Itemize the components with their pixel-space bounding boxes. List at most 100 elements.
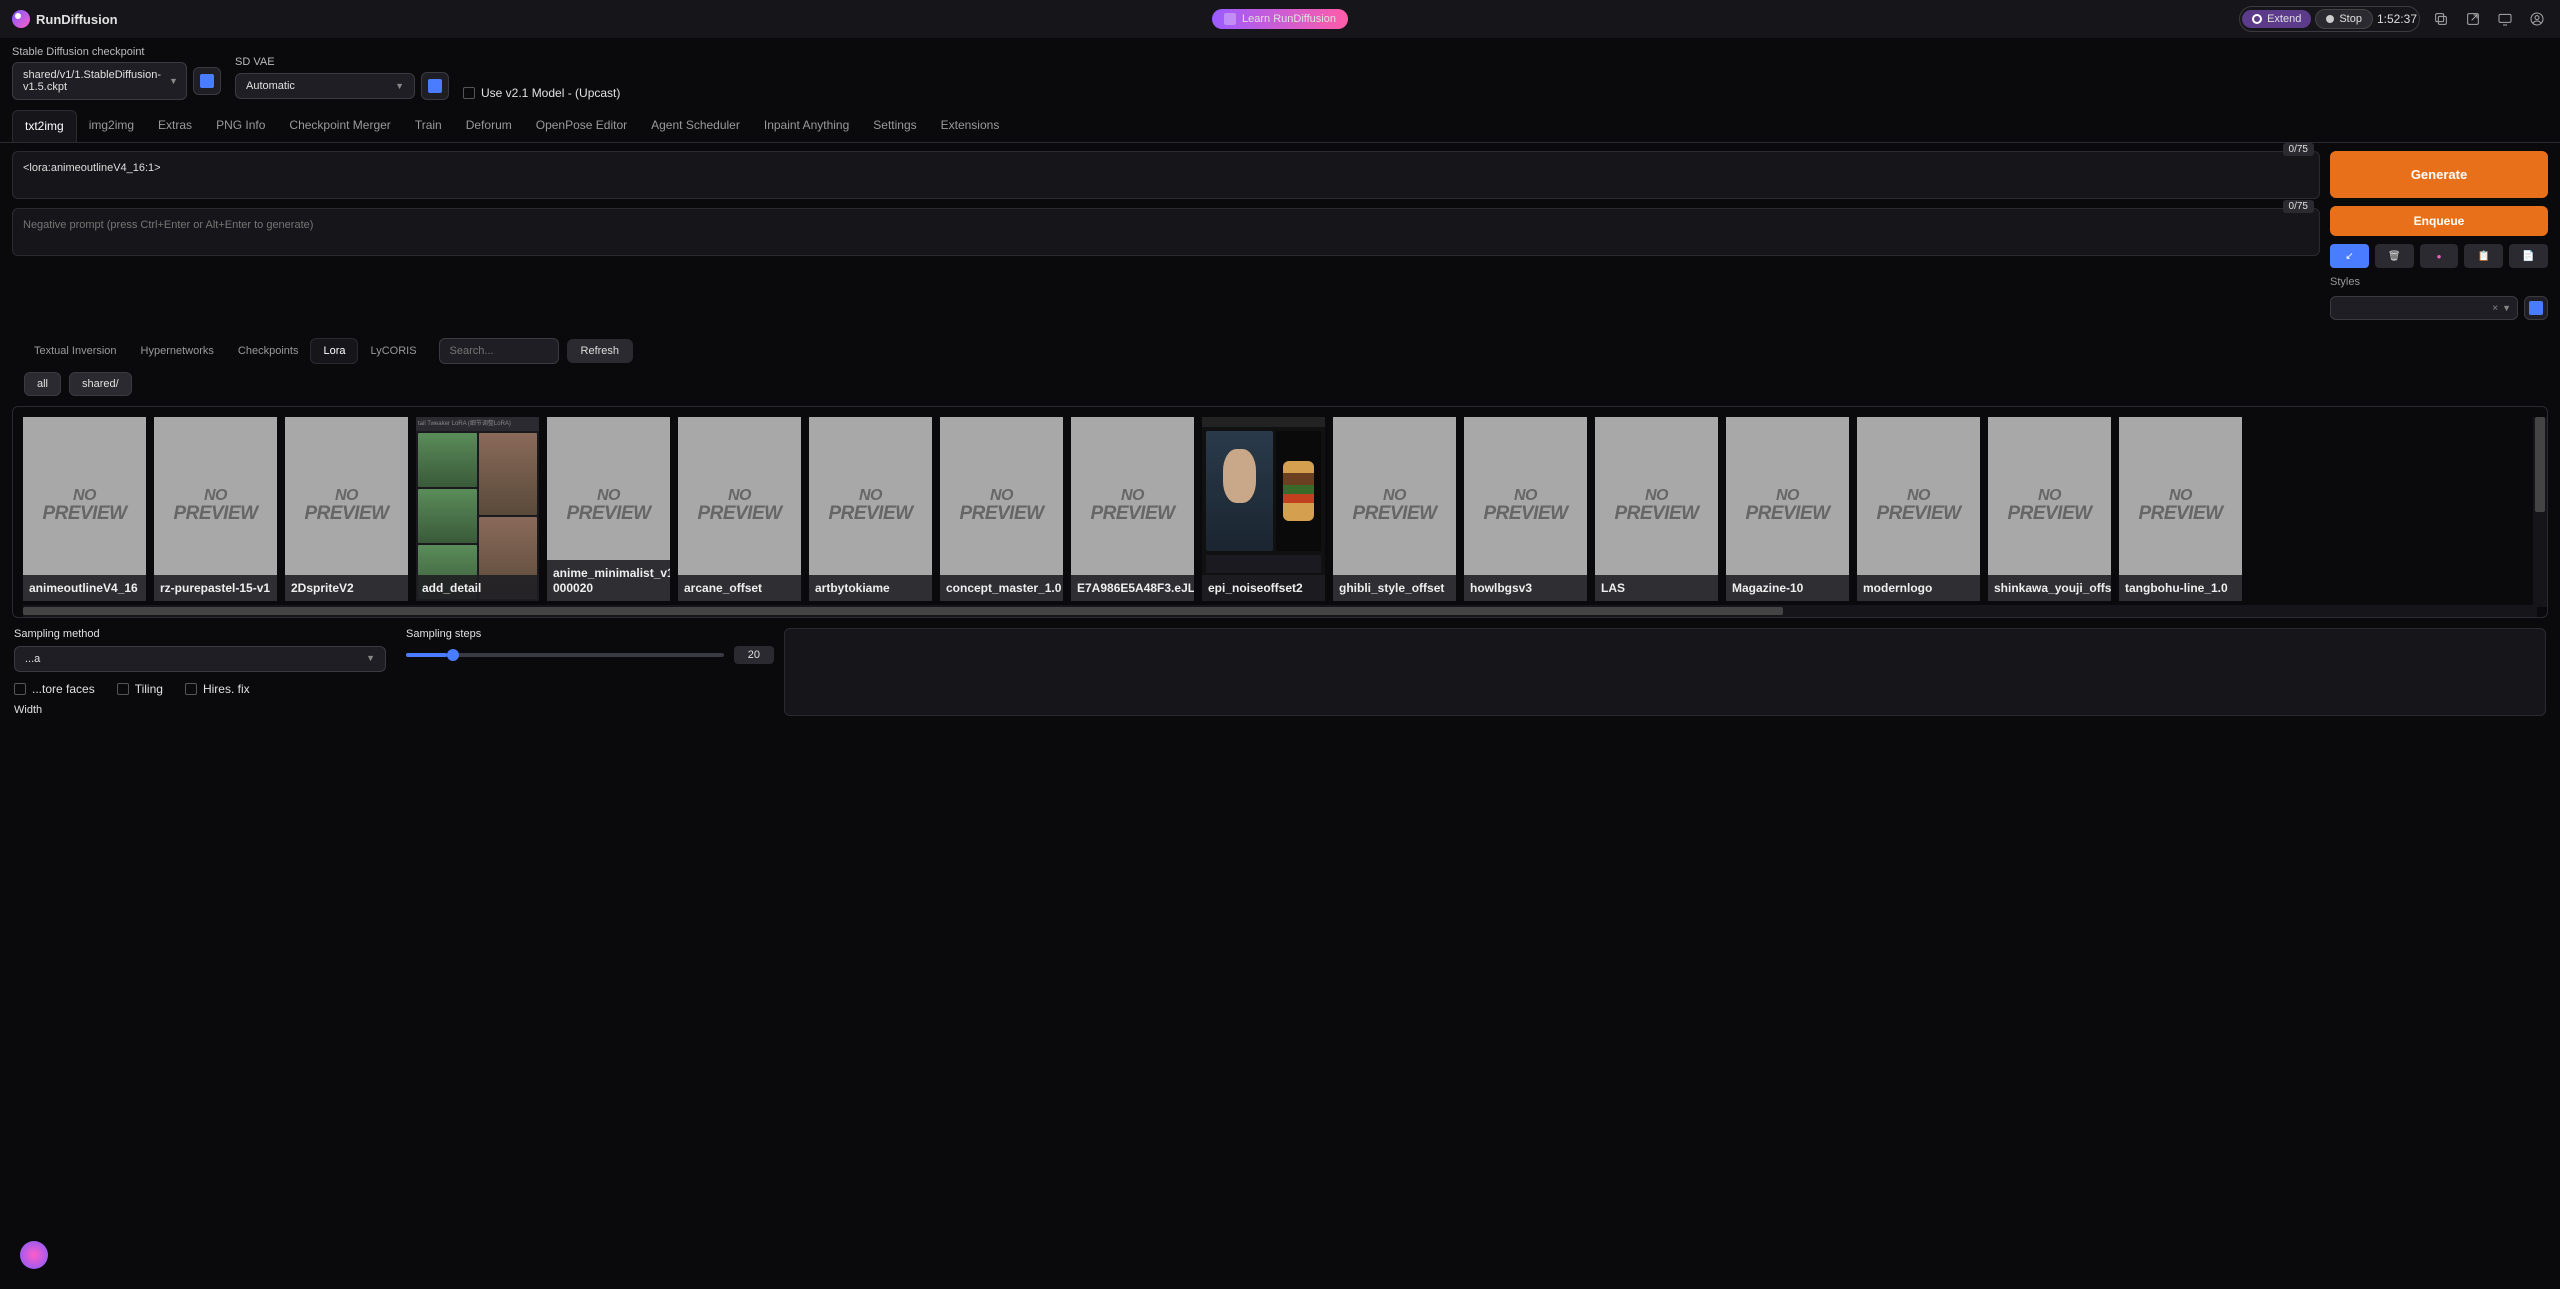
lora-card[interactable]: NOPREVIEWMagazine-10	[1726, 417, 1849, 601]
enqueue-button[interactable]: Enqueue	[2330, 206, 2548, 236]
no-preview-placeholder: NOPREVIEW	[173, 488, 257, 523]
sampling-steps-value[interactable]: 20	[734, 646, 774, 664]
restore-faces-checkbox[interactable]	[14, 683, 26, 695]
trash-button[interactable]: 🗑	[2375, 244, 2414, 268]
output-panel	[784, 628, 2546, 716]
monitor-icon[interactable]	[2494, 8, 2516, 30]
tab-extensions[interactable]: Extensions	[929, 110, 1012, 142]
net-tab-checkpoints[interactable]: Checkpoints	[226, 339, 311, 363]
prompt-input[interactable]	[12, 151, 2320, 199]
network-refresh-button[interactable]: Refresh	[567, 339, 634, 363]
lora-card[interactable]: NOPREVIEW rz-purepastel-15-v1	[154, 417, 277, 601]
network-tabs: Textual InversionHypernetworksCheckpoint…	[0, 328, 2560, 372]
extend-label: Extend	[2267, 13, 2301, 25]
lora-card[interactable]: NOPREVIEWE7A986E5A48F3.eJL0	[1071, 417, 1194, 601]
styles-apply-button[interactable]	[2524, 296, 2548, 320]
filter-shared[interactable]: shared/	[69, 372, 132, 396]
lora-card[interactable]: NOPREVIEW2DspriteV2	[285, 417, 408, 601]
net-tab-lora[interactable]: Lora	[310, 338, 358, 364]
net-tab-textual-inversion[interactable]: Textual Inversion	[22, 339, 129, 363]
tiling-checkbox[interactable]	[117, 683, 129, 695]
lora-card[interactable]: NOPREVIEWshinkawa_youji_offset	[1988, 417, 2111, 601]
v21-checkbox[interactable]	[463, 87, 475, 99]
lora-card[interactable]: NOPREVIEWghibli_style_offset	[1333, 417, 1456, 601]
network-search-input[interactable]	[439, 338, 559, 364]
no-preview-placeholder: NOPREVIEW	[566, 488, 650, 523]
tab-txt2img[interactable]: txt2img	[12, 110, 77, 142]
lora-card[interactable]: NOPREVIEWanimeoutlineV4_16	[23, 417, 146, 601]
trash-icon: 🗑	[2388, 251, 2401, 262]
arrow-button[interactable]: ↙	[2330, 244, 2369, 268]
extend-icon	[2252, 14, 2262, 24]
v21-label: Use v2.1 Model - (Upcast)	[481, 86, 620, 100]
lora-card[interactable]: NOPREVIEWLAS	[1595, 417, 1718, 601]
filter-all[interactable]: all	[24, 372, 61, 396]
clear-icon[interactable]: ×	[2492, 303, 2498, 314]
topbar: RunDiffusion Learn RunDiffusion Extend S…	[0, 0, 2560, 38]
tab-openpose-editor[interactable]: OpenPose Editor	[524, 110, 639, 142]
styles-dropdown[interactable]: × ▼	[2330, 296, 2518, 320]
tab-settings[interactable]: Settings	[861, 110, 928, 142]
open-icon[interactable]	[2462, 8, 2484, 30]
no-preview-placeholder: NOPREVIEW	[42, 488, 126, 523]
tab-png-info[interactable]: PNG Info	[204, 110, 277, 142]
lora-card[interactable]: epi_noiseoffset2	[1202, 417, 1325, 601]
card-label: rz-purepastel-15-v1	[154, 575, 277, 601]
file-button[interactable]: 📄	[2509, 244, 2548, 268]
tab-inpaint-anything[interactable]: Inpaint Anything	[752, 110, 861, 142]
lora-card[interactable]: NOPREVIEWmodernlogo	[1857, 417, 1980, 601]
lora-card[interactable]: tail Tweaker LoRA (细节调整LoRA)add_detail	[416, 417, 539, 601]
lora-card[interactable]: NOPREVIEWconcept_master_1.0	[940, 417, 1063, 601]
lora-card[interactable]: NOPREVIEWarcane_offset	[678, 417, 801, 601]
grid-hscroll[interactable]	[23, 605, 2537, 617]
vae-dropdown[interactable]: Automatic ▼	[235, 73, 415, 99]
chevron-down-icon: ▼	[366, 653, 375, 665]
checkpoint-dropdown[interactable]: shared/v1/1.StableDiffusion-v1.5.ckpt ▼	[12, 62, 187, 100]
brand-name: RunDiffusion	[36, 12, 118, 27]
palette-button[interactable]: ●	[2420, 244, 2459, 268]
card-label: shinkawa_youji_offset	[1988, 575, 2111, 601]
card-label: anime_minimalist_v1-000020	[547, 560, 670, 601]
tab-deforum[interactable]: Deforum	[454, 110, 524, 142]
help-fab[interactable]	[20, 1241, 48, 1269]
vae-refresh-button[interactable]	[421, 72, 449, 100]
tab-checkpoint-merger[interactable]: Checkpoint Merger	[277, 110, 402, 142]
learn-button[interactable]: Learn RunDiffusion	[1212, 9, 1348, 29]
grid-vscroll[interactable]	[2533, 417, 2547, 607]
checkpoint-value: shared/v1/1.StableDiffusion-v1.5.ckpt	[23, 69, 161, 93]
vscroll-thumb[interactable]	[2535, 417, 2545, 512]
no-preview-placeholder: NOPREVIEW	[828, 488, 912, 523]
clipboard-button[interactable]: 📋	[2464, 244, 2503, 268]
tab-img2img[interactable]: img2img	[77, 110, 146, 142]
brand-logo[interactable]: RunDiffusion	[12, 10, 118, 28]
hscroll-thumb[interactable]	[23, 607, 1783, 615]
card-label: ghibli_style_offset	[1333, 575, 1456, 601]
lora-card[interactable]: NOPREVIEW anime_minimalist_v1-000020	[547, 417, 670, 601]
net-tab-lycoris[interactable]: LyCORIS	[358, 339, 428, 363]
extend-button[interactable]: Extend	[2242, 10, 2311, 28]
sampling-method-dropdown[interactable]: ...a ▼	[14, 646, 386, 672]
hires-checkbox[interactable]	[185, 683, 197, 695]
card-preview-image	[1202, 417, 1325, 601]
tab-agent-scheduler[interactable]: Agent Scheduler	[639, 110, 752, 142]
no-preview-placeholder: NOPREVIEW	[697, 488, 781, 523]
account-icon[interactable]	[2526, 8, 2548, 30]
slider-thumb[interactable]	[447, 649, 459, 661]
stop-button[interactable]: Stop	[2315, 9, 2373, 29]
lora-card[interactable]: NOPREVIEWhowlbgsv3	[1464, 417, 1587, 601]
card-label: modernlogo	[1857, 575, 1980, 601]
copy-icon[interactable]	[2430, 8, 2452, 30]
net-tab-hypernetworks[interactable]: Hypernetworks	[129, 339, 226, 363]
lora-card[interactable]: NOPREVIEWtangbohu-line_1.0	[2119, 417, 2242, 601]
generate-button[interactable]: Generate	[2330, 151, 2548, 198]
tab-train[interactable]: Train	[403, 110, 454, 142]
checkpoint-refresh-button[interactable]	[193, 67, 221, 95]
main-tabs: txt2imgimg2imgExtrasPNG InfoCheckpoint M…	[0, 110, 2560, 143]
sampling-steps-slider[interactable]	[406, 653, 724, 657]
negative-prompt-input[interactable]	[12, 208, 2320, 256]
vae-value: Automatic	[246, 80, 295, 92]
tab-extras[interactable]: Extras	[146, 110, 204, 142]
lora-card[interactable]: NOPREVIEWartbytokiame	[809, 417, 932, 601]
card-label: howlbgsv3	[1464, 575, 1587, 601]
clipboard-icon: 📋	[2478, 251, 2490, 262]
